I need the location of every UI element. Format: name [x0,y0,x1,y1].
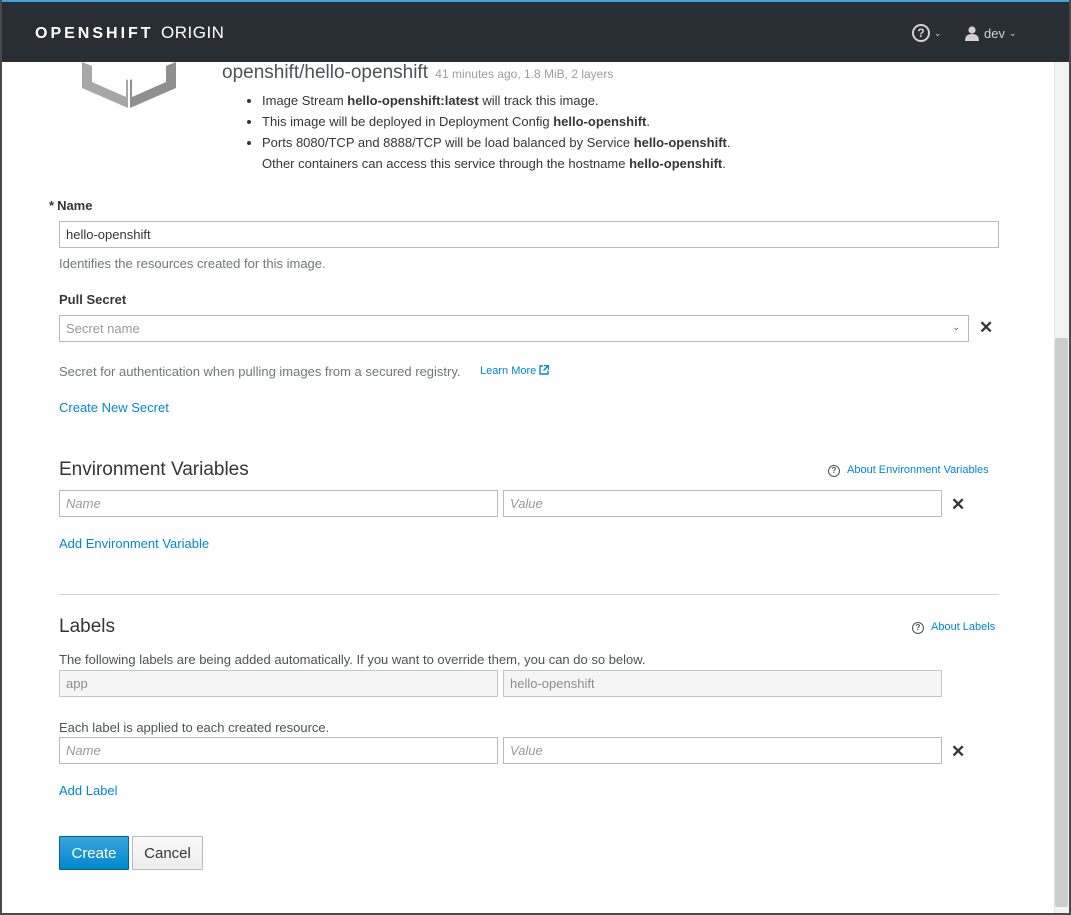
create-new-secret-link[interactable]: Create New Secret [59,400,169,415]
auto-label-key: app [59,670,498,697]
required-asterisk: * [49,198,55,213]
env-section-title: Environment Variables [59,459,249,480]
image-cube-icon [82,62,176,108]
labels-section-title: Labels [59,616,115,637]
image-name: openshift/hello-openshift [222,62,428,83]
auto-label-value: hello-openshift [503,670,942,697]
cancel-button[interactable]: Cancel [132,836,203,870]
about-labels-link[interactable]: ? About Labels [912,621,995,634]
name-help-text: Identifies the resources created for thi… [59,256,326,271]
remove-label-icon[interactable]: ✕ [951,743,965,760]
add-env-variable-link[interactable]: Add Environment Variable [59,536,209,551]
about-env-link[interactable]: ? About Environment Variables [828,464,989,477]
chevron-down-icon: ⌄ [952,322,960,332]
env-value-input[interactable]: Value [503,490,942,517]
user-menu[interactable]: dev ⌄ [964,25,1017,41]
question-circle-icon: ? [912,24,930,42]
list-item: Ports 8080/TCP and 8888/TCP will be load… [262,132,730,174]
chevron-down-icon: ⌄ [934,27,942,38]
user-name: dev [984,25,1005,41]
user-icon [965,26,979,41]
remove-env-icon[interactable]: ✕ [951,496,965,513]
scrollbar-thumb[interactable] [1055,338,1068,907]
name-label: * Name [49,198,93,213]
brand-light: ORIGIN [161,23,225,42]
list-item: This image will be deployed in Deploymen… [262,111,730,132]
help-menu[interactable]: ? ⌄ [912,24,942,42]
question-circle-icon: ? [912,622,924,634]
learn-more-link[interactable]: Learn More [480,364,550,377]
clear-secret-icon[interactable]: ✕ [979,319,993,336]
list-item: Image Stream hello-openshift:latest will… [262,90,730,111]
pull-secret-help-text: Secret for authentication when pulling i… [59,364,461,379]
top-navbar: OPENSHIFT ORIGIN ? ⌄ dev ⌄ [2,0,1069,62]
labels-each-help: Each label is applied to each created re… [59,720,330,735]
labels-auto-help: The following labels are being added aut… [59,652,646,667]
brand-bold: OPENSHIFT [35,25,154,42]
external-link-icon [539,364,550,375]
add-label-link[interactable]: Add Label [59,783,118,798]
create-button[interactable]: Create [59,836,129,870]
name-input[interactable]: hello-openshift [59,221,999,248]
pull-secret-placeholder: Secret name [66,321,140,336]
image-meta: 41 minutes ago, 1.8 MiB, 2 layers [435,67,614,81]
label-value-input[interactable]: Value [503,737,942,764]
pull-secret-select[interactable]: Secret name ⌄ [59,315,969,342]
image-info-list: Image Stream hello-openshift:latest will… [244,90,730,174]
label-name-input[interactable]: Name [59,737,498,764]
app-window: OPENSHIFT ORIGIN ? ⌄ dev ⌄ openshift/hel… [0,0,1071,915]
question-circle-icon: ? [828,465,840,477]
section-divider [59,594,999,595]
main-content: openshift/hello-openshift 41 minutes ago… [2,62,1054,913]
brand-logo[interactable]: OPENSHIFT ORIGIN [35,23,224,43]
env-name-input[interactable]: Name [59,490,498,517]
pull-secret-label: Pull Secret [59,292,127,307]
chevron-down-icon: ⌄ [1008,27,1017,38]
image-title: openshift/hello-openshift 41 minutes ago… [222,62,613,84]
